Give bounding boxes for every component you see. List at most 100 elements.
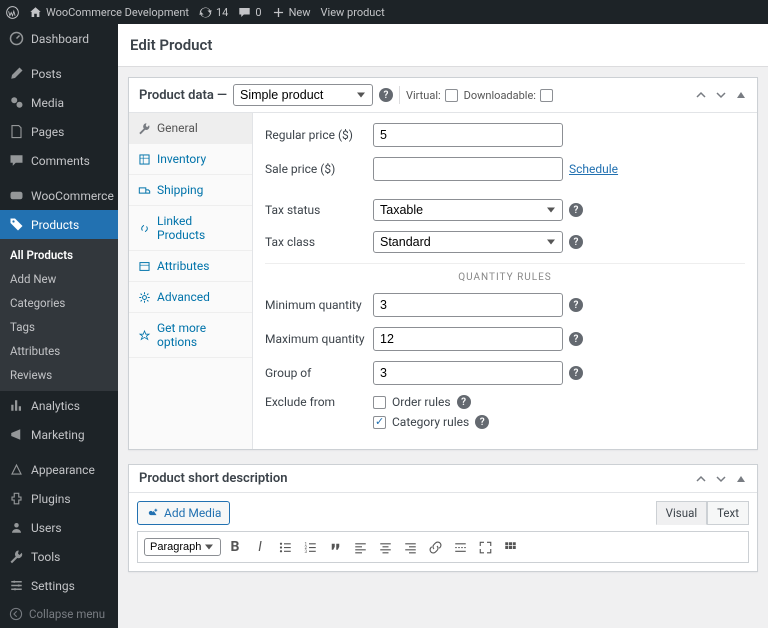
downloadable-checkbox[interactable]: [540, 89, 553, 102]
order-rules-checkbox[interactable]: [373, 396, 386, 409]
help-icon[interactable]: ?: [569, 298, 583, 312]
tab-general[interactable]: General: [129, 113, 252, 144]
link-button[interactable]: [424, 536, 446, 558]
max-qty-input[interactable]: [373, 327, 563, 351]
menu-settings[interactable]: Settings: [0, 571, 118, 600]
menu-analytics-label: Analytics: [31, 399, 80, 413]
sale-price-input[interactable]: [373, 157, 563, 181]
chevron-down-icon[interactable]: [715, 89, 727, 101]
menu-settings-label: Settings: [31, 579, 75, 593]
panel-handle-actions: [695, 473, 747, 485]
help-icon[interactable]: ?: [457, 395, 471, 409]
main-content: Edit Product Product data — Simple produ…: [118, 24, 768, 628]
tax-status-select[interactable]: Taxable: [373, 199, 563, 221]
quantity-rules-divider: QUANTITY RULES: [265, 263, 745, 283]
menu-comments[interactable]: Comments: [0, 146, 118, 175]
submenu-attributes[interactable]: Attributes: [0, 339, 118, 363]
quote-button[interactable]: [324, 536, 346, 558]
menu-marketing-label: Marketing: [31, 428, 85, 442]
chevron-down-icon[interactable]: [715, 473, 727, 485]
menu-tools[interactable]: Tools: [0, 542, 118, 571]
align-right-button[interactable]: [399, 536, 421, 558]
tab-more-options[interactable]: Get more options: [129, 313, 252, 358]
comments-link[interactable]: 0: [238, 6, 261, 19]
menu-woocommerce[interactable]: WooCommerce: [0, 181, 118, 210]
italic-button[interactable]: I: [249, 536, 271, 558]
help-icon[interactable]: ?: [569, 332, 583, 346]
menu-tools-label: Tools: [31, 550, 60, 564]
chevron-up-icon[interactable]: [695, 89, 707, 101]
bullet-list-button[interactable]: [274, 536, 296, 558]
readmore-button[interactable]: [449, 536, 471, 558]
tab-shipping[interactable]: Shipping: [129, 175, 252, 206]
tab-advanced[interactable]: Advanced: [129, 282, 252, 313]
category-rules-checkbox[interactable]: ✓: [373, 416, 386, 429]
tab-inventory-label: Inventory: [157, 152, 206, 166]
help-icon[interactable]: ?: [569, 366, 583, 380]
product-data-heading: Product data —: [139, 88, 227, 103]
collapse-menu[interactable]: Collapse menu: [0, 600, 118, 628]
schedule-link[interactable]: Schedule: [569, 162, 618, 176]
format-select[interactable]: Paragraph: [144, 538, 221, 556]
submenu-all-products[interactable]: All Products: [0, 243, 118, 267]
caret-up-icon[interactable]: [735, 473, 747, 485]
updates-count: 14: [216, 6, 228, 19]
help-icon[interactable]: ?: [569, 235, 583, 249]
menu-analytics[interactable]: Analytics: [0, 391, 118, 420]
bold-button[interactable]: B: [224, 536, 246, 558]
align-center-button[interactable]: [374, 536, 396, 558]
toolbar-toggle-button[interactable]: [499, 536, 521, 558]
virtual-label: Virtual:: [406, 89, 458, 102]
menu-media-label: Media: [31, 96, 64, 110]
wp-logo[interactable]: [6, 6, 19, 19]
caret-up-icon[interactable]: [735, 89, 747, 101]
site-name[interactable]: WooCommerce Development: [29, 6, 189, 19]
menu-marketing[interactable]: Marketing: [0, 420, 118, 449]
menu-posts[interactable]: Posts: [0, 59, 118, 88]
chevron-up-icon[interactable]: [695, 473, 707, 485]
min-qty-input[interactable]: [373, 293, 563, 317]
menu-pages-label: Pages: [31, 125, 64, 139]
tax-status-label: Tax status: [265, 203, 373, 217]
group-of-label: Group of: [265, 366, 373, 380]
group-of-input[interactable]: [373, 361, 563, 385]
tab-inventory[interactable]: Inventory: [129, 144, 252, 175]
tab-general-label: General: [157, 121, 198, 135]
exclude-from-label: Exclude from: [265, 395, 373, 409]
fullscreen-button[interactable]: [474, 536, 496, 558]
submenu-reviews[interactable]: Reviews: [0, 363, 118, 387]
submenu-tags[interactable]: Tags: [0, 315, 118, 339]
product-data-tabs: General Inventory Shipping Linked Produc…: [129, 113, 253, 449]
menu-plugins[interactable]: Plugins: [0, 484, 118, 513]
virtual-checkbox[interactable]: [445, 89, 458, 102]
product-type-select[interactable]: Simple product: [233, 84, 373, 106]
tab-attributes[interactable]: Attributes: [129, 251, 252, 282]
menu-appearance[interactable]: Appearance: [0, 455, 118, 484]
menu-media[interactable]: Media: [0, 88, 118, 117]
menu-pages[interactable]: Pages: [0, 117, 118, 146]
tax-class-select[interactable]: Standard: [373, 231, 563, 253]
new-link[interactable]: New: [272, 6, 311, 19]
menu-dashboard[interactable]: Dashboard: [0, 24, 118, 53]
editor-tab-text[interactable]: Text: [707, 501, 749, 525]
help-icon[interactable]: ?: [379, 88, 393, 102]
add-media-button[interactable]: Add Media: [137, 501, 230, 525]
submenu-add-new[interactable]: Add New: [0, 267, 118, 291]
number-list-button[interactable]: 123: [299, 536, 321, 558]
align-left-button[interactable]: [349, 536, 371, 558]
short-desc-header: Product short description: [129, 465, 757, 493]
updates-link[interactable]: 14: [199, 6, 228, 19]
tab-attributes-label: Attributes: [157, 259, 209, 273]
help-icon[interactable]: ?: [569, 203, 583, 217]
menu-products[interactable]: Products: [0, 210, 118, 239]
view-product-link[interactable]: View product: [321, 6, 385, 19]
regular-price-input[interactable]: [373, 123, 563, 147]
tab-linked[interactable]: Linked Products: [129, 206, 252, 251]
sale-price-label: Sale price ($): [265, 162, 373, 176]
menu-appearance-label: Appearance: [31, 463, 95, 477]
submenu-categories[interactable]: Categories: [0, 291, 118, 315]
submenu-products: All Products Add New Categories Tags Att…: [0, 239, 118, 391]
menu-users[interactable]: Users: [0, 513, 118, 542]
help-icon[interactable]: ?: [475, 415, 489, 429]
editor-tab-visual[interactable]: Visual: [656, 501, 707, 525]
